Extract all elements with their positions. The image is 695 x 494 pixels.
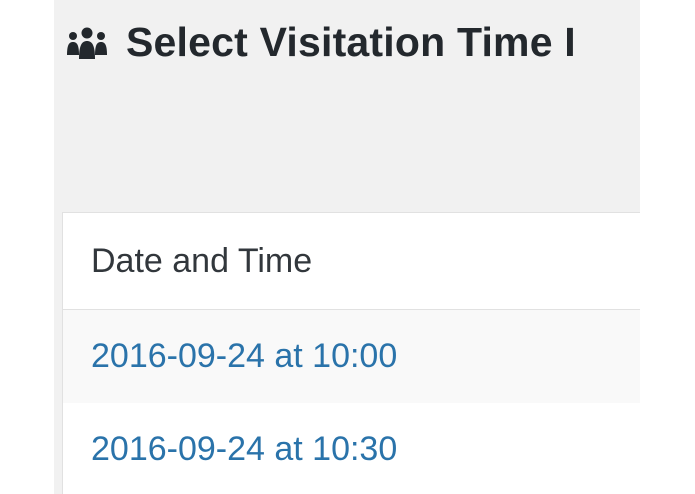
visitation-time-link[interactable]: 2016-09-24 at 10:30 <box>91 430 397 469</box>
page-title: Select Visitation Time I <box>126 18 576 65</box>
table-row: 2016-09-24 at 10:30 <box>63 403 640 494</box>
visitation-times-table: Date and Time 2016-09-24 at 10:00 2016-0… <box>62 212 640 494</box>
left-gutter <box>0 0 54 494</box>
screen: Select Visitation Time I Date and Time 2… <box>0 0 695 494</box>
column-header-date-time: Date and Time <box>91 241 313 280</box>
page-heading: Select Visitation Time I <box>66 14 576 70</box>
table-row: 2016-09-24 at 10:00 <box>63 310 640 403</box>
admin-content: Select Visitation Time I Date and Time 2… <box>54 0 640 494</box>
visitation-time-link[interactable]: 2016-09-24 at 10:00 <box>91 337 397 376</box>
table-header: Date and Time <box>63 213 640 310</box>
right-gutter <box>640 0 695 494</box>
groups-icon <box>66 25 108 59</box>
